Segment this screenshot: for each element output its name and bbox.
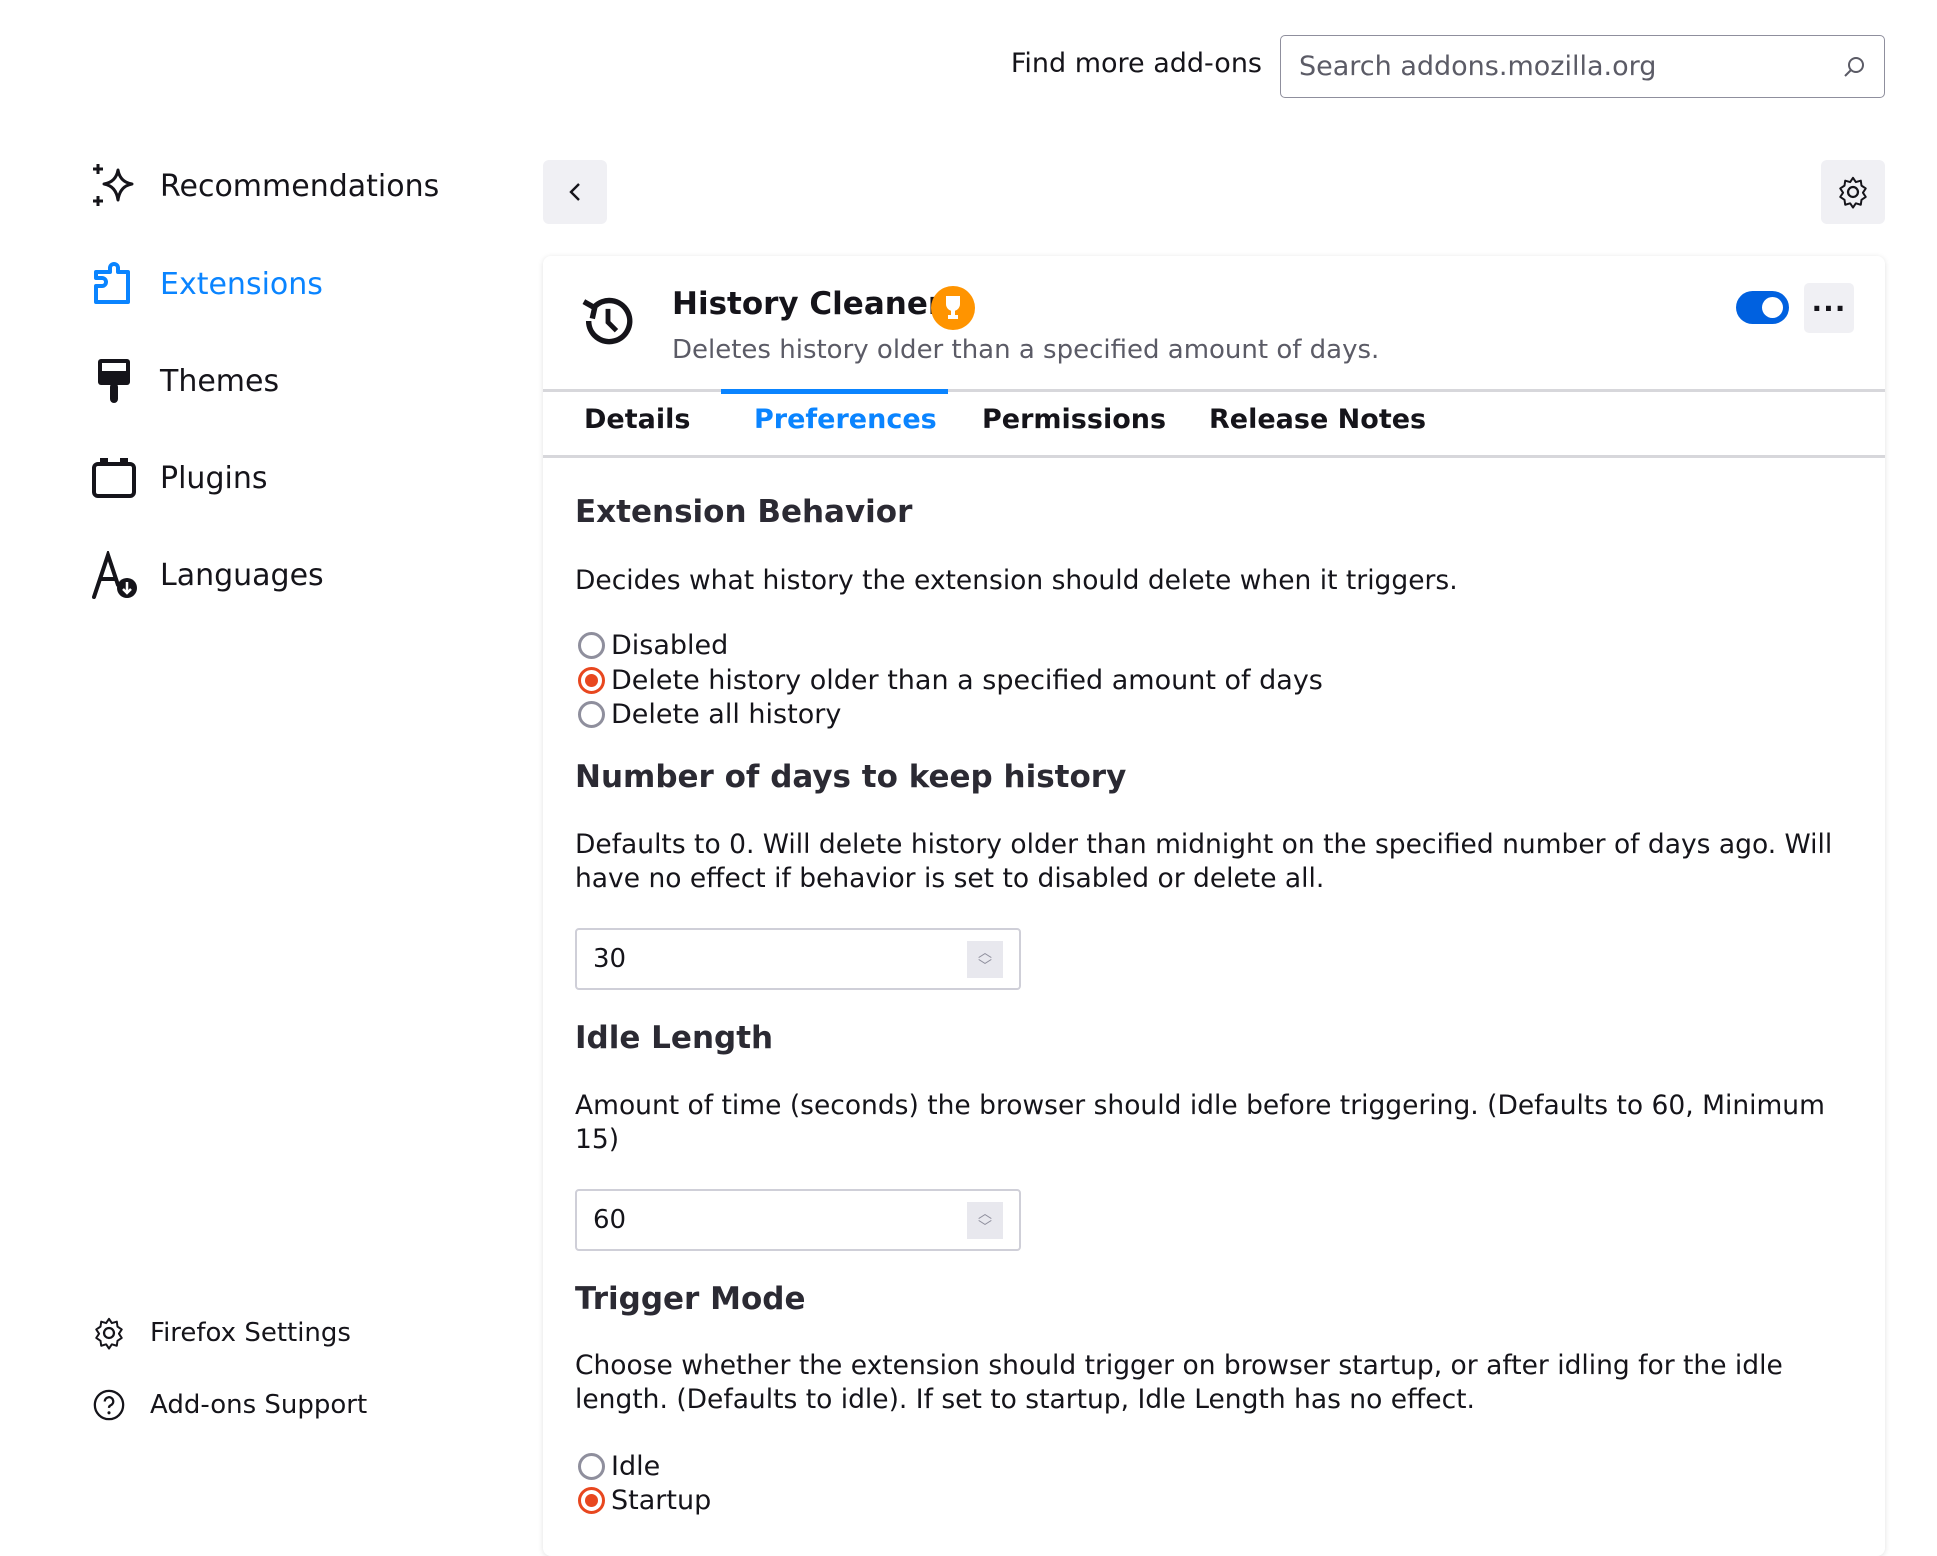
days-value: 30 [593,944,626,974]
chevron-down-icon[interactable]: ﹀ [978,1221,992,1235]
addons-support-label: Add-ons Support [150,1390,367,1420]
sidebar-label: Recommendations [160,169,439,204]
more-options-button[interactable]: ··· [1804,283,1854,333]
trigger-heading: Trigger Mode [575,1281,806,1317]
radio-delete-all[interactable]: Delete all history [578,697,841,731]
paintbrush-icon [90,357,138,405]
gear-icon [92,1316,126,1350]
radio-label: Idle [611,1451,660,1482]
behavior-description: Decides what history the extension shoul… [575,564,1865,598]
radio-circle[interactable] [578,701,605,728]
sidebar-item-recommendations[interactable]: Recommendations [90,158,439,214]
find-more-addons-label: Find more add-ons [1011,48,1262,79]
recommended-badge [931,286,975,330]
sidebar-label: Extensions [160,267,323,302]
tools-gear-button[interactable] [1821,160,1885,224]
radio-circle-selected[interactable] [578,667,605,694]
radio-label: Disabled [611,630,728,661]
search-placeholder: Search addons.mozilla.org [1299,51,1842,82]
history-icon [579,292,637,350]
divider [543,455,1885,458]
radio-label: Delete all history [611,699,841,730]
firefox-settings-label: Firefox Settings [150,1318,351,1348]
chevron-down-icon[interactable]: ﹀ [978,960,992,974]
sidebar-item-languages[interactable]: Languages [90,547,324,603]
addons-support-link[interactable]: Add-ons Support [92,1388,367,1422]
radio-startup[interactable]: Startup [578,1483,711,1517]
chevron-left-icon [564,181,586,203]
enable-toggle[interactable] [1736,291,1789,324]
trigger-description: Choose whether the extension should trig… [575,1349,1865,1417]
chevron-up-icon[interactable]: ︿ [978,1207,992,1221]
back-button[interactable] [543,160,607,224]
tab-permissions[interactable]: Permissions [982,404,1166,435]
addons-search-input[interactable]: Search addons.mozilla.org [1280,35,1885,98]
days-number-input[interactable]: 30 ︿﹀ [575,928,1021,990]
addon-description: Deletes history older than a specified a… [672,335,1379,365]
addon-card: History Cleaner Deletes history older th… [543,256,1885,1556]
radio-circle[interactable] [578,1453,605,1480]
idle-heading: Idle Length [575,1020,773,1056]
addon-name: History Cleaner [672,286,943,322]
behavior-heading: Extension Behavior [575,494,912,530]
radio-delete-older[interactable]: Delete history older than a specified am… [578,663,1323,697]
tab-preferences[interactable]: Preferences [754,404,937,435]
chevron-up-icon[interactable]: ︿ [978,946,992,960]
plugin-icon [90,454,138,502]
gear-icon [1836,175,1870,209]
days-heading: Number of days to keep history [575,759,1126,795]
radio-label: Startup [611,1485,711,1516]
sidebar-item-plugins[interactable]: Plugins [90,450,267,506]
radio-label: Delete history older than a specified am… [611,665,1323,696]
tab-release-notes[interactable]: Release Notes [1209,404,1426,435]
sparkle-icon [90,162,138,210]
radio-circle-selected[interactable] [578,1487,605,1514]
language-icon [90,551,138,599]
puzzle-icon [90,260,138,308]
sidebar-label: Themes [160,364,279,399]
help-icon [92,1388,126,1422]
idle-value: 60 [593,1205,626,1235]
idle-number-input[interactable]: 60 ︿﹀ [575,1189,1021,1251]
trophy-icon [941,294,965,322]
sidebar-item-extensions[interactable]: Extensions [90,256,323,312]
search-icon [1842,55,1866,79]
sidebar-label: Plugins [160,461,267,496]
radio-circle[interactable] [578,632,605,659]
active-tab-indicator [721,389,948,394]
idle-description: Amount of time (seconds) the browser sho… [575,1089,1865,1157]
number-spinner[interactable]: ︿﹀ [967,1202,1003,1239]
tab-details[interactable]: Details [584,404,690,435]
sidebar-item-themes[interactable]: Themes [90,353,279,409]
sidebar-label: Languages [160,558,324,593]
radio-disabled[interactable]: Disabled [578,628,728,662]
firefox-settings-link[interactable]: Firefox Settings [92,1316,351,1350]
number-spinner[interactable]: ︿﹀ [967,941,1003,978]
days-description: Defaults to 0. Will delete history older… [575,828,1865,896]
radio-idle[interactable]: Idle [578,1449,660,1483]
